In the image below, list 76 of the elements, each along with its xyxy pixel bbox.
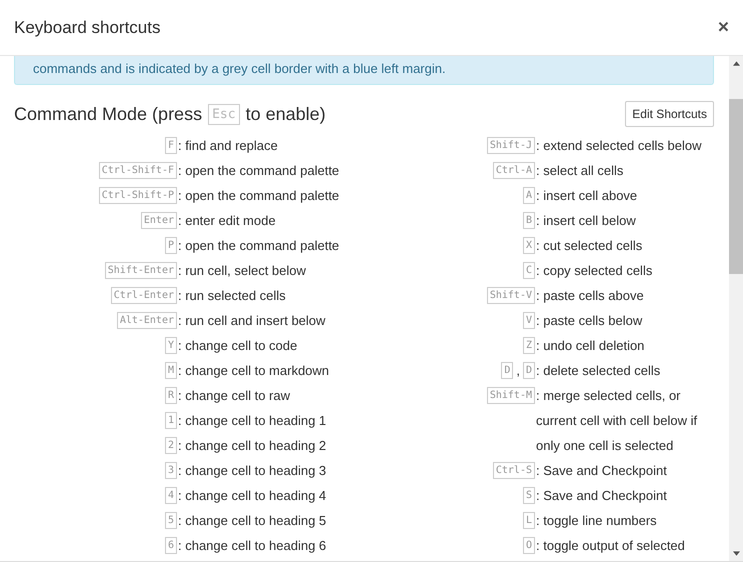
shortcut-description: : extend selected cells below [535,137,702,155]
shortcut-description: : delete selected cells [535,362,662,380]
scrollbar[interactable] [729,56,743,561]
shortcut-key: V [522,312,535,329]
shortcut-description: : change cell to code [177,337,298,355]
shortcut-description: : change cell to heading 1 [177,412,328,430]
shortcut-description: : insert cell below [535,212,637,230]
section-title: Command Mode (press [14,104,202,124]
shortcut-key: R [164,387,177,404]
info-text: commands and is indicated by a grey cell border with a blue left margin. [33,61,446,76]
shortcut-description: : change cell to raw [177,387,292,405]
dialog-title: Keyboard shortcuts [14,18,160,38]
shortcut-key: B [522,212,535,229]
shortcut-key: Shift-Enter [104,262,177,279]
shortcut-description: : paste cells above [535,287,645,305]
shortcut-key: Y [164,337,177,354]
shortcut-description: : open the command palette [177,162,340,180]
shortcut-key: D [522,362,535,379]
shortcut-key: 3 [164,462,177,479]
key-separator: , [516,362,520,380]
shortcut-key: 5 [164,512,177,529]
shortcut-description: : change cell to heading 6 [177,537,328,555]
shortcut-key: 4 [164,487,177,504]
shortcut-description: : change cell to markdown [177,362,330,380]
scroll-down-icon[interactable] [732,551,740,556]
shortcut-key: Ctrl-S [492,462,535,479]
shortcut-key: Z [522,337,535,354]
shortcut-key: F [164,137,177,154]
shortcut-description: : find and replace [177,137,279,155]
shortcut-key: M [164,362,177,379]
shortcut-key: O [522,537,535,554]
shortcut-description: : Save and Checkpoint [535,462,668,480]
shortcut-key: C [522,262,535,279]
shortcut-description: : open the command palette [177,187,340,205]
shortcut-description: : change cell to heading 3 [177,462,328,480]
shortcut-key: L [522,512,535,529]
shortcut-key: Ctrl-Shift-P [98,187,177,204]
shortcut-description: : open the command palette [177,237,340,255]
shortcut-description: : undo cell deletion [535,337,646,355]
shortcut-key: Ctrl-A [492,162,535,179]
shortcut-description: : change cell to heading 2 [177,437,328,455]
shortcut-key: Ctrl-Shift-F [98,162,177,179]
shortcut-key: A [522,187,535,204]
shortcut-description: : change cell to heading 4 [177,487,328,505]
shortcut-key: Enter [140,212,177,229]
shortcut-key: Esc [208,104,240,124]
shortcut-description: : copy selected cells [535,262,654,280]
shortcut-key: Ctrl-Enter [110,287,177,304]
shortcut-description: : change cell to heading 5 [177,512,328,530]
shortcut-key: 2 [164,437,177,454]
shortcut-description: : cut selected cells [535,237,644,255]
shortcut-key: D [501,362,514,379]
shortcut-key: Shift-J [486,137,535,154]
shortcut-description: : run cell and insert below [177,312,326,330]
shortcut-description: : select all cells [535,162,624,180]
close-button[interactable]: × [716,18,731,37]
shortcut-description: : toggle line numbers [535,512,658,530]
edit-shortcuts-button[interactable]: Edit Shortcuts [625,101,714,127]
scroll-up-icon[interactable] [732,61,740,66]
shortcut-key: X [522,237,535,254]
shortcut-description: : toggle output of selected [535,537,686,555]
shortcut-description: : paste cells below [535,312,644,330]
shortcut-key: 1 [164,412,177,429]
shortcut-key: S [522,487,535,504]
shortcut-description: : merge selected cells, or current cell with cell below if only one cell is selected [535,387,698,455]
shortcut-key: Alt-Enter [116,312,177,329]
shortcut-key: 6 [164,537,177,554]
shortcut-description: : run selected cells [177,287,287,305]
shortcut-description: : insert cell above [535,187,638,205]
shortcut-description: : run cell, select below [177,262,307,280]
section-title: to enable) [246,104,326,124]
shortcut-key: Shift-V [486,287,535,304]
shortcut-description: : Save and Checkpoint [535,487,668,505]
shortcut-key: P [164,237,177,254]
shortcut-key: Shift-M [486,387,535,404]
shortcut-description: : enter edit mode [177,212,277,230]
